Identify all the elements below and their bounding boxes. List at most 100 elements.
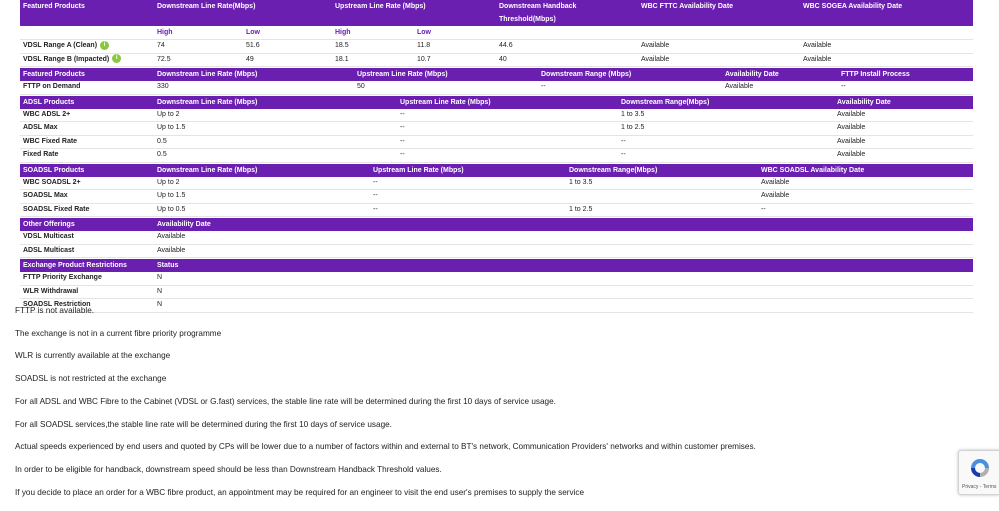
- table-row: SOADSL Max Up to 1.5 -- Available: [20, 190, 973, 204]
- product-name: SOADSL Max: [23, 192, 68, 199]
- header-cell: Featured Products: [23, 3, 85, 10]
- table-row: WBC SOADSL 2+ Up to 2 -- 1 to 3.5 Availa…: [20, 176, 973, 190]
- table-cell: 330: [157, 83, 169, 90]
- note-text: WLR is currently available at the exchan…: [15, 351, 171, 361]
- table-cell: 18.5: [335, 42, 349, 49]
- table-cell: --: [400, 151, 405, 158]
- availability-notes: FTTP is not available. The exchange is n…: [15, 306, 945, 511]
- subheader-cell: [496, 26, 638, 39]
- table-cell: Up to 2: [157, 178, 180, 186]
- table-cell: 49: [246, 55, 254, 63]
- header-cell: FTTP Install Process: [841, 71, 910, 78]
- table-cell: --: [400, 137, 405, 145]
- table-cell: 50: [357, 83, 365, 90]
- info-icon[interactable]: i: [99, 40, 109, 50]
- product-name: WBC SOADSL 2+: [23, 178, 81, 186]
- header-cell: Upstream Line Rate (Mbps): [373, 166, 464, 174]
- header-cell: Downstream Line Rate(Mbps): [157, 3, 256, 10]
- table-header: SOADSL Products Downstream Line Rate (Mb…: [20, 163, 973, 177]
- note-text: FTTP is not available.: [15, 306, 95, 315]
- table-cell: 1 to 3.5: [569, 178, 593, 186]
- table-cell: 11.8: [417, 42, 431, 49]
- subheader-cell: High: [157, 29, 173, 36]
- product-name: SOADSL Fixed Rate: [23, 205, 90, 213]
- table-cell: 40: [499, 55, 507, 63]
- table-row: SOADSL Fixed Rate Up to 0.5 -- 1 to 2.5 …: [20, 203, 973, 217]
- table-cell: --: [621, 137, 626, 145]
- table-row: WBC Fixed Rate 0.5 -- -- Available: [20, 135, 973, 149]
- table-cell: Available: [803, 55, 832, 63]
- recaptcha-links[interactable]: Privacy - Terms: [962, 484, 996, 490]
- product-name: FTTP on Demand: [23, 83, 81, 90]
- table-cell: 0.5: [157, 137, 167, 145]
- header-cell: Downstream Line Rate (Mbps): [157, 166, 258, 174]
- subheader-cell: [638, 26, 800, 39]
- note-text: SOADSL is not restricted at the exchange: [15, 374, 167, 384]
- table-cell: 1 to 2.5: [621, 124, 645, 131]
- header-cell: WBC SOGEA Availability Date: [803, 3, 903, 10]
- table-row: FTTP Priority Exchange N: [20, 272, 973, 286]
- header-cell: Availability Date: [157, 221, 211, 228]
- header-cell: Downstream Range(Mbps): [569, 166, 658, 174]
- table-cell: --: [373, 192, 378, 199]
- product-name: FTTP Priority Exchange: [23, 274, 102, 281]
- table-row: VDSL Range B (Impacted) i 72.5 49 18.1 1…: [20, 53, 973, 67]
- table-cell: Up to 0.5: [157, 205, 186, 213]
- header-cell: Exchange Product Restrictions: [23, 262, 127, 269]
- table-row: VDSL Multicast Available: [20, 231, 973, 245]
- note-text: For all ADSL and WBC Fibre to the Cabine…: [15, 396, 556, 406]
- product-name: VDSL Multicast: [23, 233, 74, 240]
- subheader-cell: Low: [246, 29, 260, 36]
- product-name: VDSL Range B (Impacted) i: [20, 54, 154, 67]
- product-name: Fixed Rate: [23, 151, 59, 158]
- header-cell: Upstream Line Rate (Mbps): [357, 71, 448, 78]
- table-row: ADSL Max Up to 1.5 -- 1 to 2.5 Available: [20, 122, 973, 136]
- table-cell: Available: [157, 233, 186, 240]
- note-text: If you decide to place an order for a WB…: [15, 487, 585, 497]
- note-text: Actual speeds experienced by end users a…: [15, 442, 756, 452]
- subheader-cell: [20, 26, 154, 39]
- table-header: Featured Products Downstream Line Rate (…: [20, 68, 973, 81]
- table-cell: --: [761, 205, 766, 213]
- table-cell: --: [541, 83, 546, 90]
- table-header: Other Offerings Availability Date: [20, 218, 973, 231]
- table-cell: 74: [157, 42, 165, 49]
- table-cell: 1 to 2.5: [569, 205, 593, 213]
- table-cell: Up to 1.5: [157, 124, 186, 131]
- header-cell: Other Offerings: [23, 221, 75, 228]
- product-name: WLR Withdrawal: [23, 287, 79, 295]
- table-cell: Available: [837, 124, 866, 131]
- subheader-cell: [800, 26, 973, 39]
- table-row: FTTP on Demand 330 50 -- Available --: [20, 81, 973, 95]
- table-cell: --: [400, 110, 405, 118]
- subheader-cell: Low: [417, 29, 431, 36]
- header-cell: WBC FTTC Availability Date: [641, 3, 734, 10]
- table-cell: Available: [725, 83, 754, 90]
- table-cell: [566, 190, 758, 203]
- soadsl-products-table: SOADSL Products Downstream Line Rate (Mb…: [20, 163, 973, 217]
- table-cell: Available: [837, 151, 866, 158]
- table-header: Featured Products Downstream Line Rate(M…: [20, 0, 973, 26]
- info-icon[interactable]: i: [112, 54, 122, 64]
- recaptcha-badge[interactable]: Privacy - Terms: [958, 450, 999, 495]
- table-cell: Available: [837, 137, 866, 145]
- header-cell: ADSL Products: [23, 98, 75, 106]
- note-text: In order to be eligible for handback, do…: [15, 464, 442, 474]
- table-cell: --: [621, 151, 626, 158]
- featured-products-table: Featured Products Downstream Line Rate(M…: [20, 0, 973, 67]
- recaptcha-icon: [971, 459, 989, 477]
- table-row: WBC ADSL 2+ Up to 2 -- 1 to 3.5 Availabl…: [20, 108, 973, 122]
- table-cell: --: [373, 178, 378, 186]
- note-text: For all SOADSL services,the stable line …: [15, 419, 392, 429]
- table-cell: N: [157, 274, 163, 281]
- product-name: WBC Fixed Rate: [23, 137, 78, 145]
- header-cell: Downstream Line Rate (Mbps): [157, 98, 258, 106]
- product-name: ADSL Max: [23, 124, 58, 131]
- table-row: Fixed Rate 0.5 -- -- Available: [20, 149, 973, 163]
- table-cell: Available: [803, 42, 832, 49]
- table-cell: 72.5: [157, 55, 171, 63]
- product-name: ADSL Multicast: [23, 246, 75, 254]
- header-cell: Featured Products: [23, 71, 85, 78]
- header-cell: Availability Date: [725, 71, 779, 78]
- table-cell: --: [373, 205, 378, 213]
